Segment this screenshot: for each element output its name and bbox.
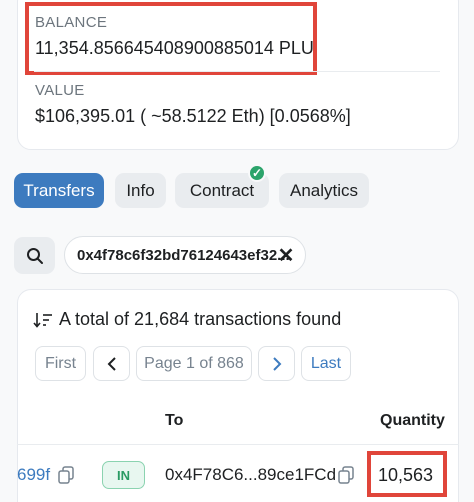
tab-analytics[interactable]: Analytics [279,173,369,208]
quantity-highlight-box [367,451,447,497]
tx-hash-link[interactable]: 699f [17,465,50,485]
verified-check-icon: ✓ [248,164,266,182]
pagination-next-button[interactable] [258,346,295,381]
value-amount: $106,395.01 ( ~58.5122 Eth) [0.0568%] [35,106,351,126]
close-icon[interactable]: ✕ [273,242,299,268]
table-header-divider [17,444,459,445]
column-header-to: To [165,412,184,429]
copy-icon[interactable] [338,466,354,484]
balance-highlight-box [25,2,317,75]
pagination-last-button[interactable]: Last [301,346,351,381]
tab-info[interactable]: Info [115,173,166,208]
pagination-first-button[interactable]: First [35,346,86,381]
address-filter-chip: 0x4f78c6f32bd76124643ef32... ✕ [64,236,306,274]
address-filter-text: 0x4f78c6f32bd76124643ef32... [77,246,290,264]
column-header-quantity: Quantity [380,412,445,429]
tab-transfers[interactable]: Transfers [14,173,104,208]
transactions-summary: A total of 21,684 transactions found [33,309,341,330]
search-icon [26,247,43,264]
overview-divider [34,71,440,72]
search-button[interactable] [14,237,55,274]
transactions-summary-text: A total of 21,684 transactions found [59,309,342,329]
pagination-page-info: Page 1 of 868 [136,346,252,381]
pagination-prev-button[interactable] [93,346,130,381]
value-label: VALUE [35,82,85,99]
chevron-right-icon [272,356,281,371]
direction-badge: IN [102,461,145,489]
chevron-left-icon [107,356,116,371]
to-address[interactable]: 0x4F78C6...89ce1FCd [165,465,336,485]
sort-icon [33,312,52,328]
copy-icon[interactable] [58,466,74,484]
